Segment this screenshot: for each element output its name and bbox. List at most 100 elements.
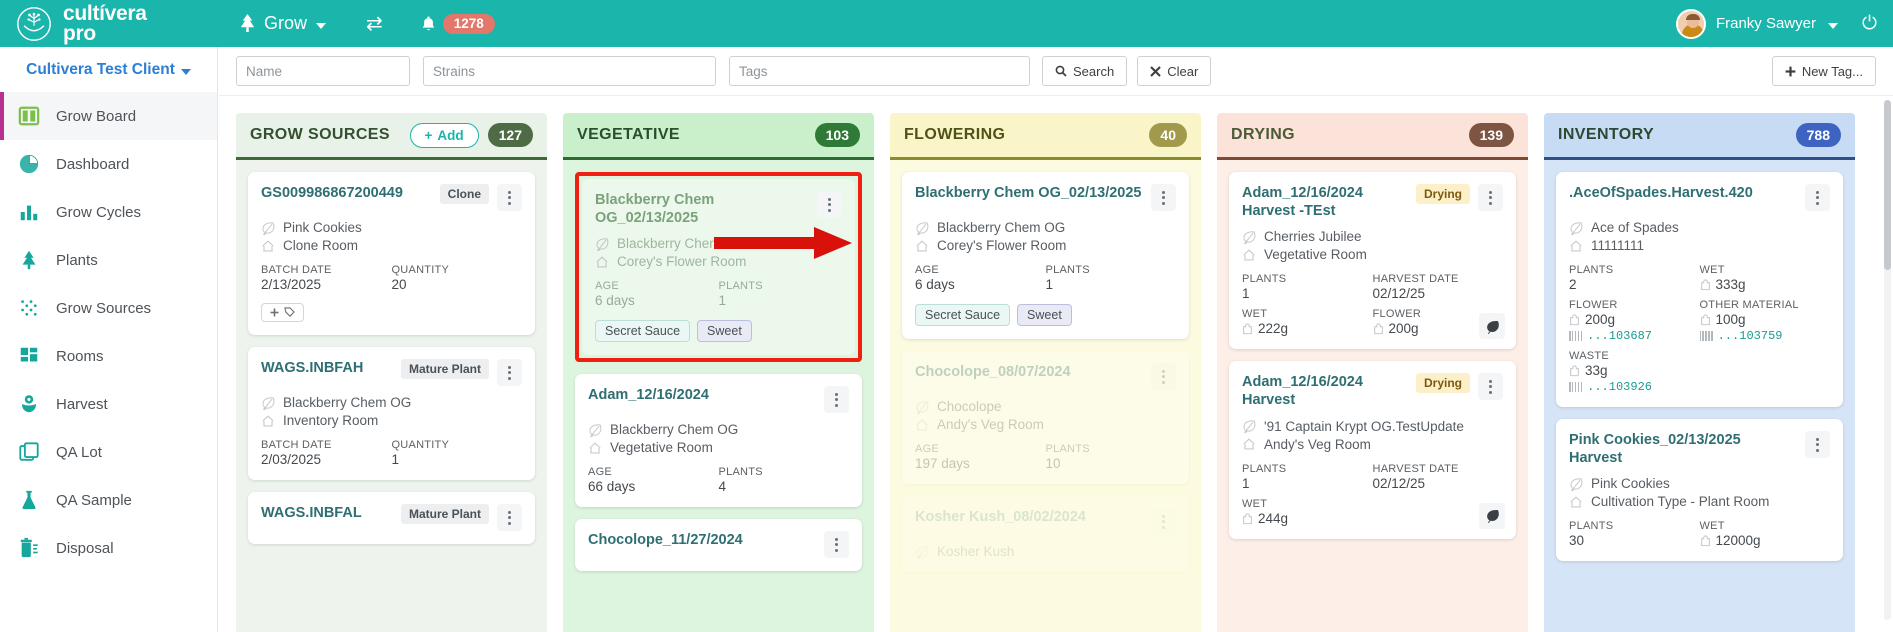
- card-menu-button[interactable]: [1478, 373, 1503, 401]
- strains-input[interactable]: [423, 56, 716, 86]
- sidebar-item-disposal[interactable]: Disposal: [0, 524, 217, 572]
- sidebar-item-grow-cycles[interactable]: Grow Cycles: [0, 188, 217, 236]
- card-status-chip: Mature Plant: [400, 504, 489, 524]
- card-strain: Blackberry Chem OG: [617, 236, 746, 252]
- leaf-badge-icon[interactable]: [1479, 313, 1505, 340]
- card-tag-pill[interactable]: Secret Sauce: [595, 320, 691, 343]
- sidebar-item-label: Rooms: [56, 347, 104, 365]
- column-count-badge: 139: [1468, 123, 1514, 147]
- card-field-label: PLANTS: [718, 466, 763, 479]
- brand-line-2: pro: [63, 21, 96, 45]
- sidebar-item-grow-board[interactable]: Grow Board: [0, 92, 217, 140]
- board-card[interactable]: Chocolope_11/27/2024: [575, 519, 862, 572]
- card-fields-grid: PLANTS 1 HARVEST DATE 02/12/25 WET 244g: [1242, 463, 1503, 526]
- tags-input[interactable]: [729, 56, 1030, 86]
- card-field: WASTE 33g ...103926: [1569, 350, 1700, 394]
- board-card[interactable]: Blackberry Chem OG_02/13/2025 Blackberry…: [582, 179, 855, 356]
- card-field-value: 1: [1046, 277, 1177, 292]
- card-menu-button[interactable]: [1478, 184, 1503, 211]
- notifications-button[interactable]: 1278: [421, 13, 495, 34]
- card-field-label: WET: [1242, 308, 1268, 321]
- card-fields-grid: AGE 6 days PLANTS 1: [595, 280, 842, 308]
- name-input[interactable]: [236, 56, 410, 86]
- card-room: Andy's Veg Room: [937, 417, 1044, 432]
- client-selector[interactable]: Cultivera Test Client: [0, 47, 217, 92]
- card-menu-button[interactable]: [1151, 363, 1176, 390]
- card-menu-button[interactable]: [817, 191, 842, 218]
- board-card[interactable]: WAGS.INBFAH Mature Plant Blackberry Chem…: [248, 347, 535, 480]
- column-header: DRYING 139: [1217, 113, 1528, 157]
- card-field-value-text: 12000g: [1715, 533, 1761, 549]
- chevron-down-icon: [316, 22, 327, 29]
- card-menu-button[interactable]: [497, 504, 522, 531]
- board-card[interactable]: WAGS.INBFAL Mature Plant: [248, 492, 535, 544]
- card-menu-button[interactable]: [824, 386, 849, 414]
- card-room-row: Clone Room: [261, 238, 522, 253]
- board-card[interactable]: Pink Cookies_02/13/2025 Harvest Pink Coo…: [1556, 419, 1843, 562]
- leaf-badge-icon[interactable]: [1479, 502, 1505, 529]
- card-menu-button[interactable]: [1151, 508, 1176, 535]
- add-tag-button[interactable]: [261, 303, 304, 322]
- card-field-label: PLANTS: [1569, 520, 1614, 533]
- card-room: Corey's Flower Room: [617, 254, 747, 270]
- card-menu-button[interactable]: [1805, 431, 1830, 458]
- card-menu-button[interactable]: [1805, 184, 1830, 211]
- leaf-icon: [1486, 320, 1499, 334]
- board-card[interactable]: Adam_12/16/2024 Blackberry Chem OG Veget…: [575, 374, 862, 508]
- card-header: Chocolope_11/27/2024: [588, 531, 849, 559]
- sidebar-item-harvest[interactable]: Harvest: [0, 380, 217, 428]
- card-menu-button[interactable]: [497, 184, 522, 211]
- board-card[interactable]: Kosher Kush_08/02/2024 Kosher Kush: [902, 496, 1189, 572]
- new-tag-button-label: New Tag...: [1801, 63, 1863, 79]
- board-card[interactable]: Chocolope_08/07/2024 Chocolope Andy's Ve…: [902, 351, 1189, 484]
- leaf-icon: [1570, 478, 1583, 491]
- brand-logo-area[interactable]: cultívera pro: [0, 0, 218, 47]
- sidebar-item-label: Plants: [56, 251, 98, 269]
- sidebar-item-rooms[interactable]: Rooms: [0, 332, 217, 380]
- page-scrollbar-track[interactable]: [1884, 100, 1891, 620]
- user-menu[interactable]: Franky Sawyer: [1675, 8, 1838, 39]
- leaf-icon: [589, 424, 602, 437]
- card-field: PLANTS 4: [719, 466, 850, 494]
- board-card[interactable]: .AceOfSpades.Harvest.420 Ace of Spades 1…: [1556, 172, 1843, 407]
- card-room: Corey's Flower Room: [937, 238, 1067, 253]
- sidebar-item-plants[interactable]: Plants: [0, 236, 217, 284]
- power-icon[interactable]: ⏻: [1862, 14, 1877, 33]
- card-tag-pill[interactable]: Secret Sauce: [915, 304, 1011, 326]
- sidebar-item-qa-sample[interactable]: QA Sample: [0, 476, 217, 524]
- card-title: WAGS.INBFAL: [261, 505, 362, 521]
- new-tag-button[interactable]: New Tag...: [1771, 56, 1876, 86]
- home-icon: [262, 239, 274, 251]
- card-field-label: AGE: [595, 280, 619, 293]
- card-tag-pill[interactable]: Sweet: [1017, 304, 1072, 326]
- card-menu-button[interactable]: [1151, 184, 1176, 211]
- nav-grow-menu[interactable]: Grow: [238, 13, 327, 34]
- board-card[interactable]: GS009986867200449 Clone Pink Cookies Clo…: [248, 172, 535, 335]
- board-card[interactable]: Adam_12/16/2024 Harvest Drying '91 Capta…: [1229, 361, 1516, 539]
- board-card[interactable]: Adam_12/16/2024 Harvest -TEst Drying Che…: [1229, 172, 1516, 350]
- layers-icon: [19, 442, 39, 461]
- sidebar-item-dashboard[interactable]: Dashboard: [0, 140, 217, 188]
- card-strain: Chocolope: [937, 399, 1002, 414]
- card-field: PLANTS 1: [719, 280, 843, 308]
- leaf-icon: [1570, 221, 1583, 235]
- search-button[interactable]: Search: [1042, 56, 1128, 86]
- add-grow-source-button[interactable]: + Add: [409, 122, 479, 148]
- clear-button[interactable]: Clear: [1137, 56, 1212, 86]
- page-scrollbar-thumb[interactable]: [1884, 100, 1891, 270]
- sidebar-item-label: Grow Cycles: [56, 203, 142, 221]
- column-count-badge: 40: [1149, 123, 1187, 147]
- sidebar-item-qa-lot[interactable]: QA Lot: [0, 428, 217, 476]
- card-menu-button[interactable]: [824, 531, 849, 559]
- card-field-value-text: 4: [718, 479, 727, 495]
- layers-icon: [17, 440, 41, 464]
- card-field-value-text: 02/12/25: [1372, 475, 1426, 491]
- board-card[interactable]: Blackberry Chem OG_02/13/2025 Blackberry…: [902, 172, 1189, 339]
- swap-icon[interactable]: ⇄: [366, 14, 383, 34]
- card-tag-pill[interactable]: Sweet: [697, 320, 752, 343]
- bag-icon: [1570, 314, 1579, 326]
- sidebar-item-grow-sources[interactable]: Grow Sources: [0, 284, 217, 332]
- bag-icon: [1373, 323, 1383, 335]
- card-meta: '91 Captain Krypt OG.TestUpdate Andy's V…: [1242, 419, 1503, 452]
- card-menu-button[interactable]: [497, 359, 522, 386]
